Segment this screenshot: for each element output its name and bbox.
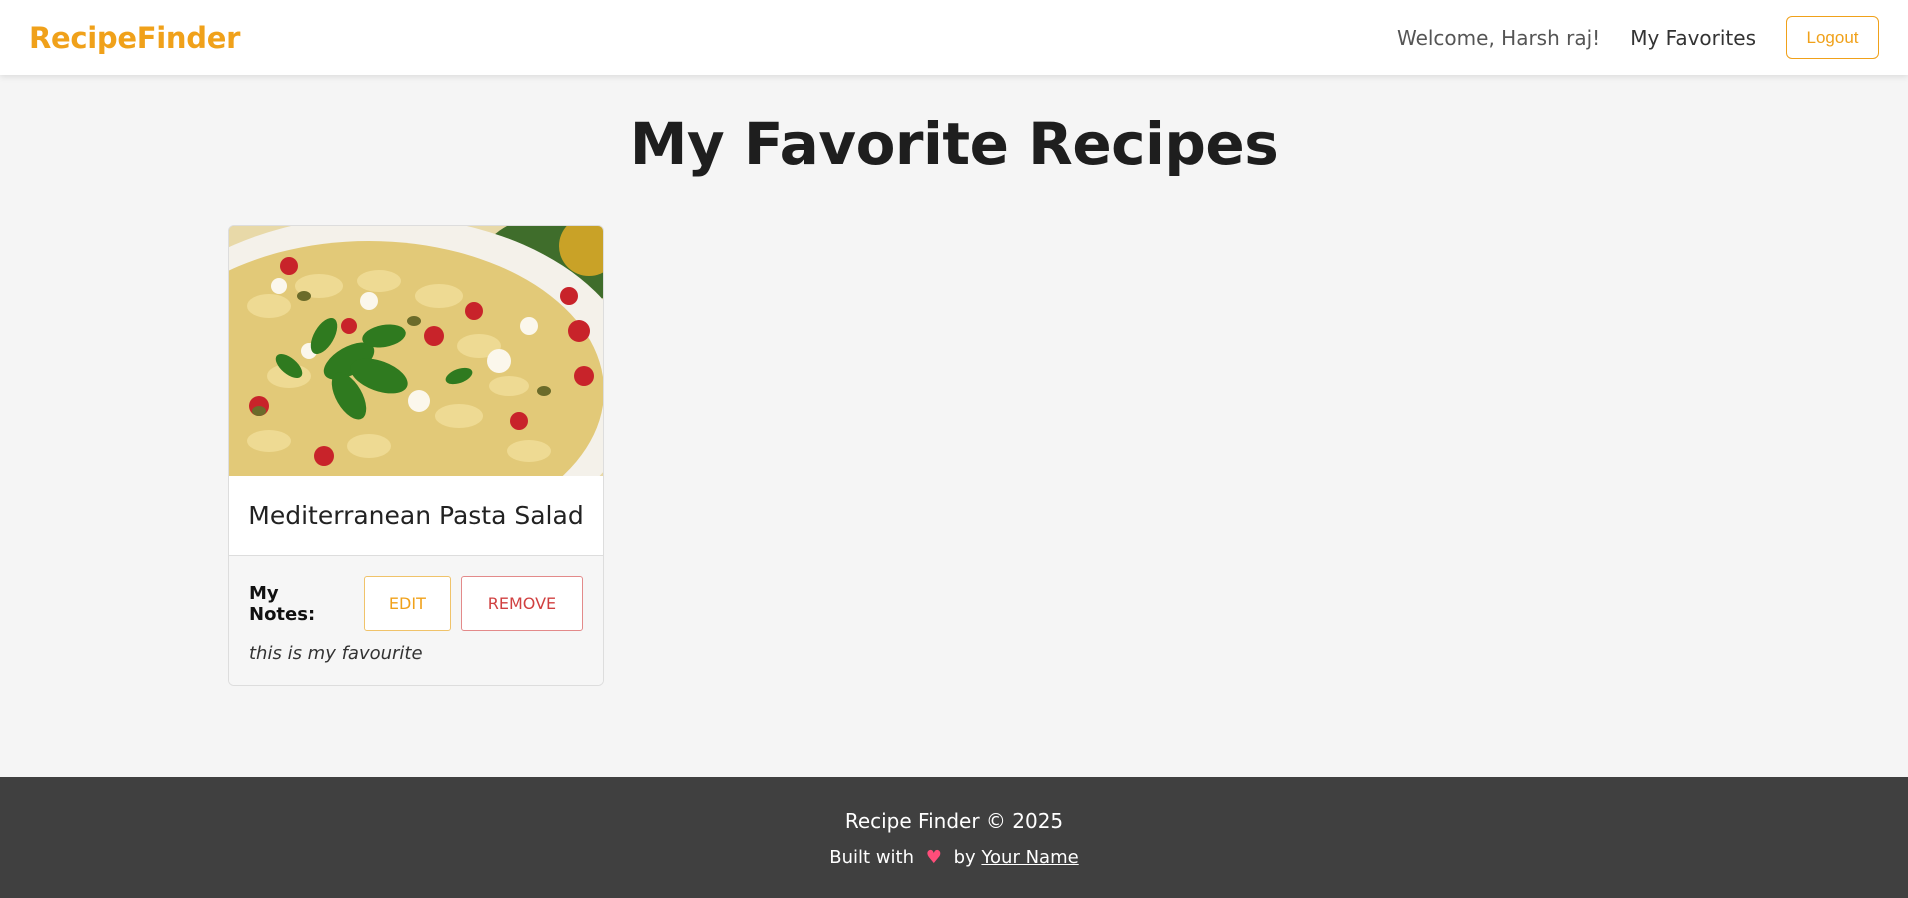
- notes-section: My Notes: EDIT REMOVE this is my favouri…: [229, 556, 603, 685]
- built-with-text: Built with: [829, 847, 915, 868]
- my-favorites-link[interactable]: My Favorites: [1630, 26, 1756, 50]
- notes-label: My Notes:: [249, 582, 316, 625]
- pasta-salad-illustration: [229, 226, 603, 476]
- by-text: by: [953, 847, 976, 868]
- remove-favorite-button[interactable]: REMOVE: [460, 576, 583, 631]
- heart-icon: ♥: [925, 847, 942, 868]
- footer-credit: Built with ♥ by Your Name: [0, 847, 1908, 868]
- edit-note-button[interactable]: EDIT: [363, 576, 451, 631]
- nav-menu: Welcome, Harsh raj! My Favorites Logout: [1397, 16, 1879, 59]
- welcome-message: Welcome, Harsh raj!: [1396, 25, 1601, 50]
- recipe-title[interactable]: Mediterranean Pasta Salad: [229, 476, 603, 556]
- recipe-image[interactable]: [229, 226, 603, 476]
- notes-row: My Notes: EDIT REMOVE: [249, 576, 583, 631]
- footer-copyright: Recipe Finder © 2025: [844, 809, 1064, 833]
- brand-logo[interactable]: RecipeFinder: [29, 21, 240, 55]
- page-title: My Favorite Recipes: [629, 110, 1279, 178]
- recipe-card[interactable]: Mediterranean Pasta Salad My Notes: EDIT…: [228, 225, 604, 686]
- navbar: RecipeFinder Welcome, Harsh raj! My Favo…: [0, 0, 1908, 75]
- logout-button[interactable]: Logout: [1786, 16, 1879, 59]
- note-text: this is my favourite: [249, 643, 423, 664]
- footer: Recipe Finder © 2025 Built with ♥ by You…: [0, 777, 1908, 898]
- author-link[interactable]: Your Name: [981, 847, 1078, 868]
